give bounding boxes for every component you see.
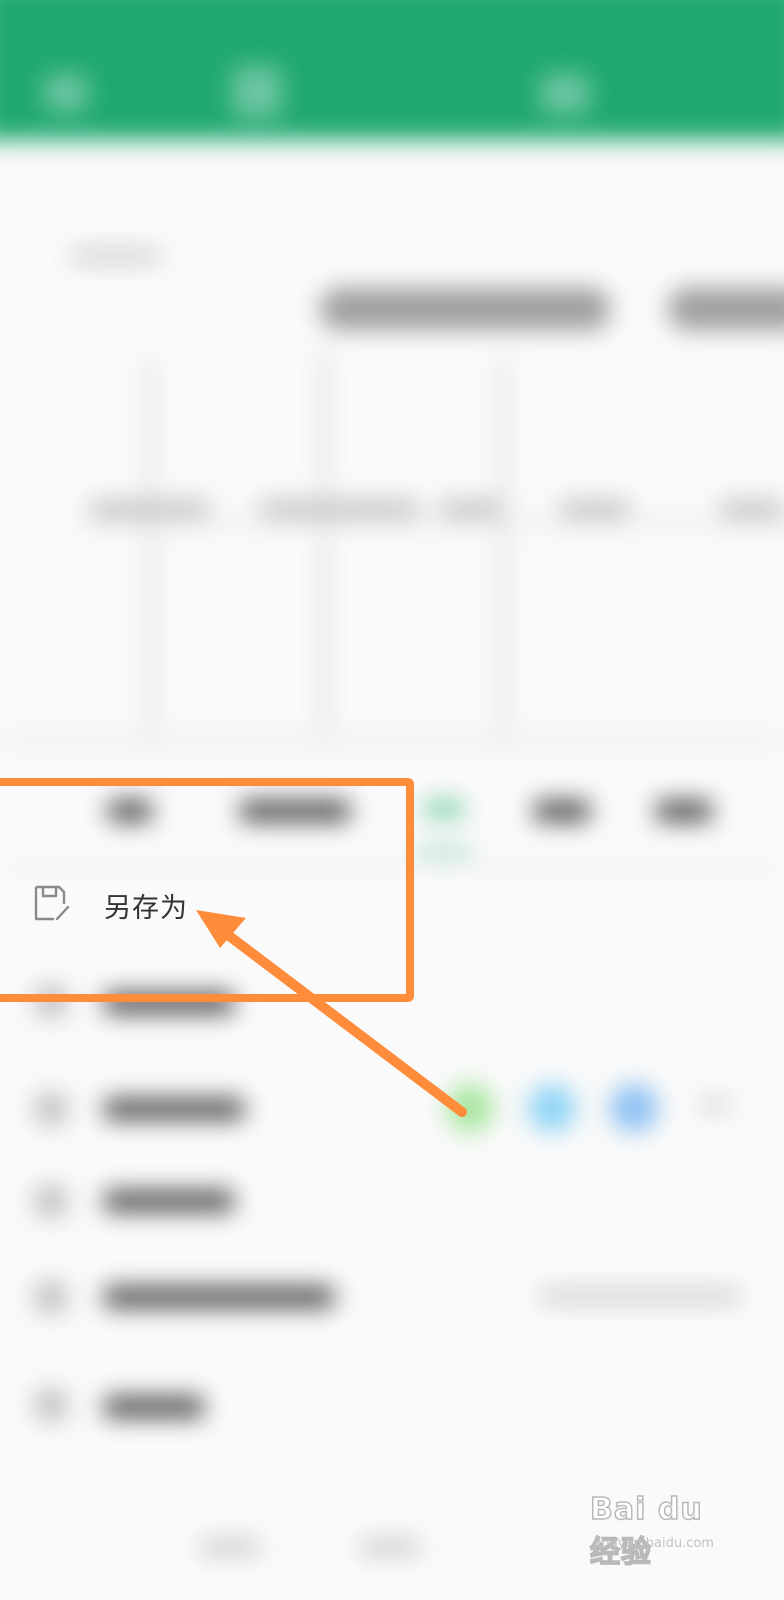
grid-line xyxy=(148,360,153,740)
baidu-watermark: Bai du 经验 jingyan.baidu.com xyxy=(589,1488,740,1571)
save-as-icon xyxy=(32,884,72,924)
sheet-header-cell xyxy=(320,288,610,330)
row-icon xyxy=(36,1282,66,1312)
row-label xyxy=(104,1190,234,1212)
menu-item-label: 另存为 xyxy=(104,893,188,924)
watermark-logo: Bai du 经验 xyxy=(589,1491,703,1571)
row-label xyxy=(104,992,234,1014)
grid-line xyxy=(80,520,784,524)
sheet-header-cell xyxy=(668,288,784,330)
bottom-text xyxy=(200,1540,260,1554)
row-label xyxy=(104,1396,204,1418)
toolbar-text xyxy=(70,250,160,262)
tab-label xyxy=(534,800,590,822)
app-header xyxy=(0,0,784,140)
row-label xyxy=(104,1286,334,1308)
row-icon xyxy=(36,1186,66,1216)
blurred-background xyxy=(0,0,784,1600)
row-hint xyxy=(540,1290,740,1302)
row-icon xyxy=(36,1094,66,1124)
tab-label xyxy=(108,800,152,822)
row-icon xyxy=(36,1390,66,1420)
grid-line xyxy=(0,738,784,742)
grid-line xyxy=(322,350,327,740)
share-dot-green xyxy=(446,1084,494,1132)
tab-label xyxy=(656,800,712,822)
watermark-url: jingyan.baidu.com xyxy=(594,1536,714,1551)
share-dot-lightblue xyxy=(528,1084,576,1132)
cell-text xyxy=(260,500,420,518)
row-icon xyxy=(36,986,66,1016)
menu-item-save-as[interactable]: 另存为 xyxy=(0,870,784,952)
tab-label xyxy=(240,800,350,822)
header-menu-icon xyxy=(232,66,282,118)
header-back-icon xyxy=(44,74,88,112)
tab-underline xyxy=(416,850,472,854)
row-more xyxy=(700,1100,730,1110)
screenshot-page: 另存为 Bai du 经验 jingyan.baidu.com xyxy=(0,0,784,1600)
grid-line xyxy=(500,360,505,740)
bottom-text xyxy=(360,1540,420,1554)
share-dot-blue xyxy=(610,1084,658,1132)
row-label xyxy=(104,1098,244,1120)
cell-text xyxy=(720,500,784,518)
tab-label xyxy=(424,800,464,818)
header-action-icon xyxy=(540,74,590,114)
cell-text xyxy=(560,500,630,518)
cell-text xyxy=(90,500,210,518)
cell-text xyxy=(440,500,500,518)
